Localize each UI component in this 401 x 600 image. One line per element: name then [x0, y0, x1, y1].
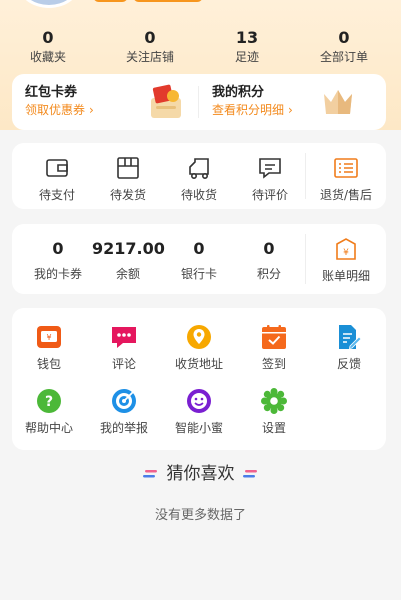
tag-badge [93, 0, 128, 2]
stat-value: 0 [338, 28, 350, 47]
stat-value: 13 [235, 28, 259, 47]
wallet-label: 积分 [256, 267, 281, 281]
chevron-right-icon: › [288, 103, 293, 117]
order-pending-shipment[interactable]: 待发货 [93, 155, 163, 203]
tool-comments[interactable]: 评论 [89, 324, 159, 372]
order-label: 待发货 [109, 188, 146, 202]
svg-text:¥: ¥ [46, 333, 51, 342]
promo-card: 红包卡券 领取优惠券 › 我的积分 查看积分明细 › [12, 74, 386, 130]
wallet-icon: ¥ [37, 326, 61, 348]
order-label: 待评价 [251, 188, 288, 202]
target-icon [112, 389, 136, 413]
tool-address[interactable]: 收货地址 [164, 324, 234, 372]
no-more-data-text: 没有更多数据了 [154, 508, 246, 523]
guess-you-like-header: 猜你喜欢 [0, 462, 401, 486]
stat-favorites[interactable]: 0 收藏夹 [3, 28, 93, 66]
decor-bars-left-icon [142, 470, 157, 478]
decor-bars-right-icon [242, 470, 257, 478]
comment-icon [259, 158, 281, 179]
order-pending-payment[interactable]: 待支付 [22, 155, 92, 203]
order-pending-receipt[interactable]: 待收货 [164, 155, 234, 203]
points-subtitle: 查看积分明细 [212, 103, 285, 117]
tools-card: ¥ 钱包 评论 收货地址 签到 反馈 ? 帮助中心 我的举报 智能小蜜 设置 [12, 308, 386, 450]
smile-bot-icon [187, 389, 211, 413]
tool-label: 智能小蜜 [174, 421, 223, 435]
stat-label: 关注店铺 [125, 50, 174, 64]
stat-value: 0 [144, 28, 156, 47]
gear-icon [261, 388, 287, 414]
wallet-outline-icon [46, 159, 68, 177]
wallet-balance[interactable]: 9217.00 余额 [92, 238, 165, 282]
stat-value: 0 [42, 28, 54, 47]
order-pending-review[interactable]: 待评价 [235, 155, 305, 203]
crown-icon [324, 90, 352, 114]
tool-label: 设置 [261, 421, 286, 435]
svg-text:?: ? [45, 394, 53, 410]
tool-settings[interactable]: 设置 [239, 388, 309, 436]
divider [198, 86, 199, 118]
tool-label: 评论 [111, 357, 136, 371]
document-edit-icon [339, 325, 362, 350]
box-icon [117, 157, 139, 179]
red-packet-icon [151, 84, 181, 118]
coupon-entry[interactable]: 红包卡券 领取优惠券 › [25, 84, 94, 118]
tool-smart-assistant[interactable]: 智能小蜜 [164, 388, 234, 436]
wallet-label: 银行卡 [180, 267, 217, 281]
order-returns[interactable]: 退货/售后 [306, 155, 386, 203]
tool-checkin[interactable]: 签到 [239, 324, 309, 372]
chat-bubble-icon [112, 327, 136, 348]
stat-footprints[interactable]: 13 足迹 [202, 28, 292, 66]
points-title: 我的积分 [212, 85, 265, 100]
tool-help-center[interactable]: ? 帮助中心 [14, 388, 84, 436]
tool-label: 钱包 [36, 357, 61, 371]
bill-label: 账单明细 [321, 269, 370, 283]
truck-icon [189, 158, 209, 179]
tag-badge [133, 0, 203, 2]
help-icon: ? [37, 389, 61, 413]
tool-wallet[interactable]: ¥ 钱包 [14, 324, 84, 372]
wallet-points[interactable]: 0 积分 [233, 238, 305, 282]
tool-label: 我的举报 [99, 421, 148, 435]
return-list-icon [334, 158, 358, 178]
bill-details[interactable]: ¥ 账单明细 [306, 236, 386, 284]
order-label: 待支付 [38, 188, 75, 202]
order-label: 退货/售后 [319, 188, 373, 202]
tool-label: 签到 [261, 357, 286, 371]
tool-feedback[interactable]: 反馈 [314, 324, 384, 372]
tool-label: 帮助中心 [24, 421, 73, 435]
stat-label: 收藏夹 [29, 50, 66, 64]
wallet-value: 0 [193, 239, 205, 258]
location-pin-icon [187, 325, 211, 349]
stats-row: 0 收藏夹 0 关注店铺 13 足迹 0 全部订单 [0, 28, 401, 68]
calendar-check-icon [262, 325, 286, 349]
stat-all-orders[interactable]: 0 全部订单 [299, 28, 389, 66]
wallet-card: 0 我的卡券 9217.00 余额 0 银行卡 0 积分 ¥ 账单明细 [12, 224, 386, 294]
bill-icon: ¥ [336, 238, 356, 260]
wallet-value: 0 [52, 239, 64, 258]
svg-text:¥: ¥ [343, 248, 349, 258]
orders-card: 待支付 待发货 待收货 待评价 退货/售后 [12, 143, 386, 209]
wallet-label: 我的卡券 [33, 267, 82, 281]
stat-label: 全部订单 [319, 50, 368, 64]
wallet-bank-cards[interactable]: 0 银行卡 [163, 238, 235, 282]
coupon-subtitle: 领取优惠券 [25, 103, 86, 117]
order-label: 待收货 [180, 188, 217, 202]
coupon-title: 红包卡券 [25, 85, 78, 100]
stat-label: 足迹 [234, 50, 259, 64]
wallet-value: 9217.00 [92, 239, 165, 258]
tool-label: 反馈 [336, 357, 361, 371]
points-entry[interactable]: 我的积分 查看积分明细 › [212, 84, 293, 118]
chevron-right-icon: › [89, 103, 94, 117]
guess-title: 猜你喜欢 [166, 464, 235, 484]
wallet-coupons[interactable]: 0 我的卡券 [22, 238, 94, 282]
stat-followed-shops[interactable]: 0 关注店铺 [105, 28, 195, 66]
wallet-value: 0 [263, 239, 275, 258]
tool-label: 收货地址 [174, 357, 223, 371]
wallet-label: 余额 [115, 267, 140, 281]
tool-my-reports[interactable]: 我的举报 [89, 388, 159, 436]
